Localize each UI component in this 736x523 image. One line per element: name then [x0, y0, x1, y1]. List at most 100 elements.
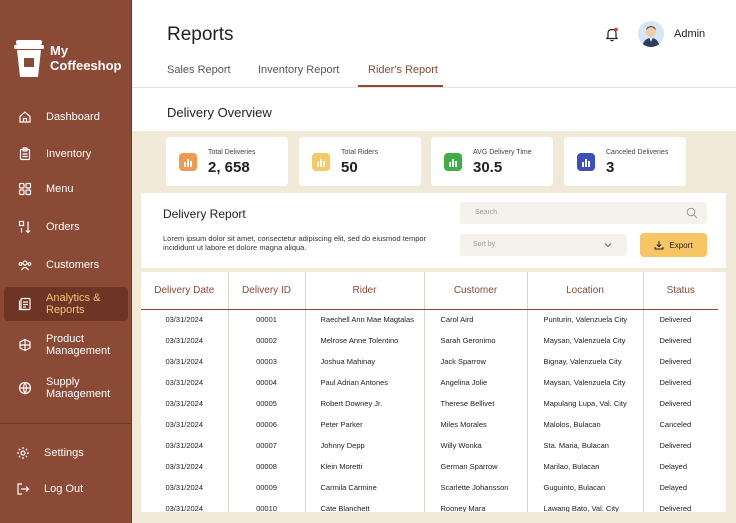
table-cell: 00007	[227, 435, 305, 456]
column-header[interactable]: Rider	[304, 272, 424, 310]
sidebar-item-label: Orders	[46, 221, 80, 233]
table-cell: 03/31/2024	[165, 504, 204, 512]
table-cell: Marilao, Bulacan	[526, 456, 643, 477]
table-cell: Raechell Ann Mae Magtalas	[304, 309, 424, 330]
sidebar: My Coffeeshop Dashboard Inventory Menu O…	[0, 0, 132, 523]
table-row[interactable]: 03/31/2024 00002 Melrose Anne Tolentino Sar…	[141, 330, 718, 351]
column-header[interactable]: Delivery Date	[141, 272, 228, 310]
table-cell: Maysan, Valenzuela City	[526, 330, 643, 351]
sidebar-item-orders[interactable]: Orders	[0, 219, 132, 235]
export-button[interactable]: Export	[640, 233, 707, 257]
sidebar-item-label: Menu	[46, 183, 74, 195]
table-cell: Malolos, Bulacan	[526, 414, 643, 435]
table-cell: Carmila Carmine	[304, 477, 424, 498]
globe-icon	[17, 380, 33, 396]
bar-chart-icon	[577, 153, 595, 171]
column-header[interactable]: Status	[642, 272, 718, 310]
table-cell: Delivered	[642, 435, 718, 456]
sidebar-item-dashboard[interactable]: Dashboard	[0, 109, 132, 125]
report-description: Lorem ipsum dolor sit amet, consectetur …	[163, 234, 427, 252]
table-cell: Rooney Mara	[423, 498, 527, 512]
table-cell: Canceled	[642, 414, 718, 435]
page-title: Reports	[167, 24, 234, 45]
table-row[interactable]: 03/31/2024 00003 Joshua Mahinay Jack Sparro…	[141, 351, 718, 372]
sidebar-item-label: Customers	[46, 259, 100, 271]
column-header[interactable]: Customer	[423, 272, 527, 310]
sidebar-item-label: Product Management	[46, 333, 111, 357]
table-cell: Delayed	[642, 477, 718, 498]
table-cell: 00005	[227, 393, 305, 414]
table-row[interactable]: 03/31/2024 00008 Klein Moretti German Sparr…	[141, 456, 718, 477]
table-row[interactable]: 03/31/2024 00007 Johnny Depp Willy Wonka Sta…	[141, 435, 718, 456]
main-content: Reports Admin Sales Report Inventory Rep…	[132, 0, 736, 523]
table-cell: Delivered	[642, 393, 718, 414]
sort-by-dropdown[interactable]: Sort by	[460, 234, 627, 256]
tab-sales-report[interactable]: Sales Report	[167, 64, 231, 76]
table-cell: Paul Adrian Antones	[304, 372, 424, 393]
table-cell: Klein Moretti	[304, 456, 424, 477]
bar-chart-icon	[179, 153, 197, 171]
user-name[interactable]: Admin	[674, 28, 705, 40]
table-cell: 03/31/2024	[165, 420, 204, 429]
stat-value: 2, 658	[208, 159, 250, 176]
sidebar-item-customers[interactable]: Customers	[0, 257, 132, 273]
sidebar-item-menu[interactable]: Menu	[0, 181, 132, 197]
sidebar-item-label: Analytics & Reports	[46, 292, 101, 316]
table-row[interactable]: 03/31/2024 00005 Robert Downey Jr. Therese …	[141, 393, 718, 414]
package-icon	[17, 337, 33, 353]
table-cell: Therese Bellivet	[423, 393, 527, 414]
table-header-row: Delivery Date Delivery ID Rider Customer…	[141, 272, 718, 310]
table-cell: 00010	[227, 498, 305, 512]
column-header[interactable]: Location	[526, 272, 643, 310]
stat-card-total-riders: Total Riders 50	[299, 137, 421, 186]
tabs-divider	[132, 87, 736, 88]
sidebar-item-settings[interactable]: Settings	[0, 445, 132, 461]
table-row[interactable]: 03/31/2024 00010 Cate Blanchett Rooney Mara…	[141, 498, 718, 512]
bell-icon[interactable]	[604, 26, 620, 42]
table-cell: Johnny Depp	[304, 435, 424, 456]
table-cell: Melrose Anne Tolentino	[304, 330, 424, 351]
sidebar-item-label: Inventory	[46, 148, 92, 160]
stat-card-canceled-deliveries: Canceled Deliveries 3	[564, 137, 686, 186]
table-cell: Sta. Maria, Bulacan	[526, 435, 643, 456]
table-row[interactable]: 03/31/2024 00009 Carmila Carmine Scarlette …	[141, 477, 718, 498]
table-cell: Joshua Mahinay	[304, 351, 424, 372]
table-cell: Willy Wonka	[423, 435, 527, 456]
table-cell: Carol Aird	[423, 309, 527, 330]
sidebar-item-supply-management[interactable]: Supply Management	[0, 376, 132, 400]
sidebar-item-analytics-reports[interactable]: Analytics & Reports	[4, 287, 128, 321]
table-cell: Maysan, Valenzuela City	[526, 372, 643, 393]
table-cell: 00009	[227, 477, 305, 498]
table-cell: 00003	[227, 351, 305, 372]
table-row[interactable]: 03/31/2024 00001 Raechell Ann Mae Magtalas…	[141, 309, 718, 330]
table-row[interactable]: 03/31/2024 00006 Peter Parker Miles Morales…	[141, 414, 718, 435]
sidebar-item-label: Dashboard	[46, 111, 100, 123]
brand-logo[interactable]: My Coffeeshop	[14, 38, 122, 78]
stat-label: AVG Delivery Time	[473, 149, 532, 156]
table-cell: 00001	[227, 309, 305, 330]
table-cell: Jack Sparrow	[423, 351, 527, 372]
download-icon	[654, 241, 664, 250]
sidebar-divider	[0, 423, 132, 424]
sidebar-item-logout[interactable]: Log Out	[0, 481, 132, 497]
avatar[interactable]	[638, 21, 664, 47]
search-input[interactable]: Search	[460, 202, 707, 224]
stat-label: Total Riders	[341, 149, 378, 156]
sidebar-item-inventory[interactable]: Inventory	[0, 146, 132, 162]
sort-placeholder: Sort by	[473, 241, 496, 248]
tab-inventory-report[interactable]: Inventory Report	[258, 64, 339, 76]
table-cell: Lawang Bato, Val. City	[526, 498, 643, 512]
table-cell: Robert Downey Jr.	[304, 393, 424, 414]
stat-value: 50	[341, 159, 358, 176]
column-header[interactable]: Delivery ID	[227, 272, 305, 310]
table-cell: Bignay, Valenzuela City	[526, 351, 643, 372]
table-cell: 00004	[227, 372, 305, 393]
sidebar-item-label: Log Out	[44, 483, 84, 495]
table-cell: Guguinto, Bulacan	[526, 477, 643, 498]
table-cell: Delivered	[642, 330, 718, 351]
table-cell: Peter Parker	[304, 414, 424, 435]
tab-riders-report[interactable]: Rider's Report	[368, 64, 438, 76]
users-icon	[17, 257, 33, 273]
sidebar-item-product-management[interactable]: Product Management	[0, 333, 132, 357]
table-row[interactable]: 03/31/2024 00004 Paul Adrian Antones Angeli…	[141, 372, 718, 393]
